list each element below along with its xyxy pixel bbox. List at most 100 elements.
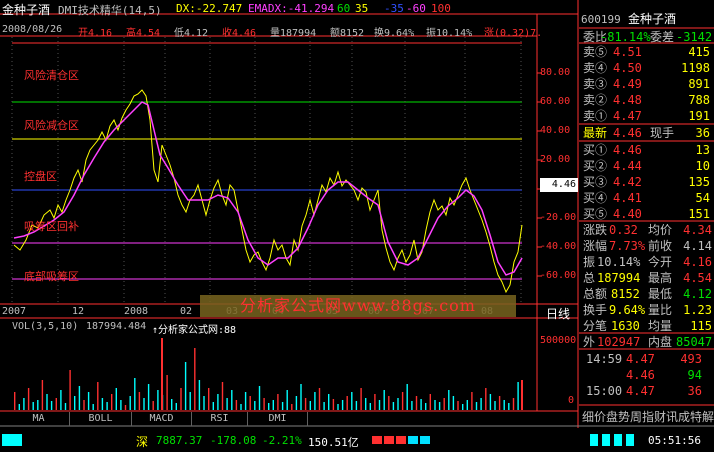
volume-bar: [462, 404, 464, 410]
volume-bar: [401, 392, 404, 410]
volume-bar: [346, 396, 348, 410]
outer-value: 102947: [597, 335, 641, 349]
volume-bar: [291, 404, 293, 410]
volume-bar: [457, 401, 459, 410]
indicator-name[interactable]: DMI技术精华(14,5): [58, 2, 162, 18]
tick-time: 15:00: [586, 384, 623, 398]
tab-dmi[interactable]: DMI: [248, 412, 308, 426]
stat-value: 10.14%: [597, 255, 641, 269]
stat-label: 涨幅: [583, 239, 608, 253]
volume-bar: [194, 348, 196, 410]
info-volume: 量187994: [270, 28, 317, 39]
stat-label: 最高: [648, 271, 673, 285]
tab-macd[interactable]: MACD: [132, 412, 192, 426]
vol-axis-zero: 0: [568, 395, 575, 406]
period-label[interactable]: 日线: [546, 305, 570, 322]
volume-bar: [272, 400, 274, 410]
stat-label: 总额: [583, 287, 608, 301]
volume-bar: [217, 394, 219, 410]
sell5-label: 卖⑤: [583, 45, 608, 59]
zone-label-bottom: 底部吸筹区: [24, 270, 79, 283]
volume-bar: [388, 396, 390, 410]
x-tick-label: 12: [72, 306, 85, 317]
sell2-label: 卖②: [583, 93, 608, 107]
volume-bar: [332, 399, 335, 410]
vol-label: VOL(3,5,10): [12, 321, 79, 332]
stat-label: 量比: [648, 303, 673, 317]
volume-bar: [328, 394, 330, 410]
volume-bar: [60, 390, 62, 410]
index-value: 7887.37: [156, 434, 203, 447]
volume-bar: [147, 384, 150, 410]
status-indicator: [602, 434, 610, 446]
tab-rsi[interactable]: RSI: [192, 412, 248, 426]
sell3-volume: 891: [688, 77, 710, 91]
volume-bar: [378, 400, 381, 410]
stat-value: 7.73%: [609, 239, 646, 253]
volume-bar: [420, 399, 422, 410]
volume-bar: [23, 398, 25, 410]
volume-bar: [281, 402, 284, 410]
stat-label: 最低: [648, 287, 673, 301]
dx-value: DX:-22.747: [176, 2, 243, 15]
volume-bar: [314, 392, 316, 410]
buy3-price: 4.42: [613, 175, 642, 189]
status-indicator: [590, 434, 598, 446]
current-price-tag: 4.46: [540, 178, 578, 192]
buy5-volume: 151: [688, 207, 710, 221]
buy1-label: 买①: [583, 143, 608, 157]
volume-bar: [434, 400, 436, 410]
volume-bar: [221, 382, 224, 410]
volume-bar: [74, 396, 76, 410]
tab-boll[interactable]: BOLL: [70, 412, 132, 426]
volume-bar: [425, 403, 427, 410]
volume-bar: [304, 398, 307, 410]
volume-bar: [258, 386, 261, 410]
volume-bar: [485, 388, 487, 410]
tick-price: 4.47: [626, 384, 655, 398]
zone-label-reduce: 风险减仓区: [24, 119, 79, 132]
sell4-volume: 1198: [681, 61, 710, 75]
stat-label: 振: [583, 255, 596, 269]
dx-line: [13, 89, 523, 294]
volume-bar: [138, 392, 141, 410]
volume-bar: [309, 401, 311, 410]
sell5-price: 4.51: [613, 45, 642, 59]
volume-bar: [415, 396, 418, 410]
level-60: 60: [337, 2, 351, 15]
stock-name: 金种子酒: [2, 3, 51, 17]
buy2-volume: 10: [695, 159, 710, 173]
volume-bar: [392, 402, 395, 410]
tab-ma[interactable]: MA: [8, 412, 70, 426]
volume-bar-peak: [161, 338, 163, 410]
outer-label: 外: [583, 335, 596, 349]
volume-bar: [32, 402, 34, 410]
tick-volume: 36: [687, 384, 702, 398]
y-tick-label: 20.00: [540, 154, 571, 165]
volume-bar: [244, 392, 247, 410]
sell1-volume: 191: [688, 109, 710, 123]
market-breadth-block: [396, 436, 406, 444]
emadx-value: EMADX:-41.294: [248, 2, 335, 15]
stat-label: 涨跌: [583, 223, 608, 237]
quote-stock-name: 金种子酒: [628, 12, 677, 26]
volume-bar: [249, 396, 251, 410]
function-shortcut-bar[interactable]: 细价盘势周指财讯成特解: [582, 410, 714, 424]
zone-label-accumulate: 吸筹区回补: [24, 220, 79, 233]
stat-label: 均价: [648, 223, 673, 237]
level-35: 35: [355, 2, 369, 15]
volume-bar: [184, 362, 187, 410]
stat-label: 分笔: [583, 319, 608, 333]
volume-bar: [18, 404, 20, 410]
zone-label-control: 控盘区: [24, 170, 57, 183]
volume-bar: [203, 396, 205, 410]
vol-value: 187994.484: [86, 321, 147, 332]
zone-label-clear: 风险清仓区: [24, 69, 79, 82]
info-open: 开4.16: [78, 28, 113, 39]
volume-bar: [92, 404, 94, 410]
volume-bar: [240, 404, 242, 410]
volume-bar: [14, 392, 16, 410]
buy1-volume: 13: [695, 143, 710, 157]
volume-bar: [277, 394, 279, 410]
buy4-label: 买④: [583, 191, 608, 205]
